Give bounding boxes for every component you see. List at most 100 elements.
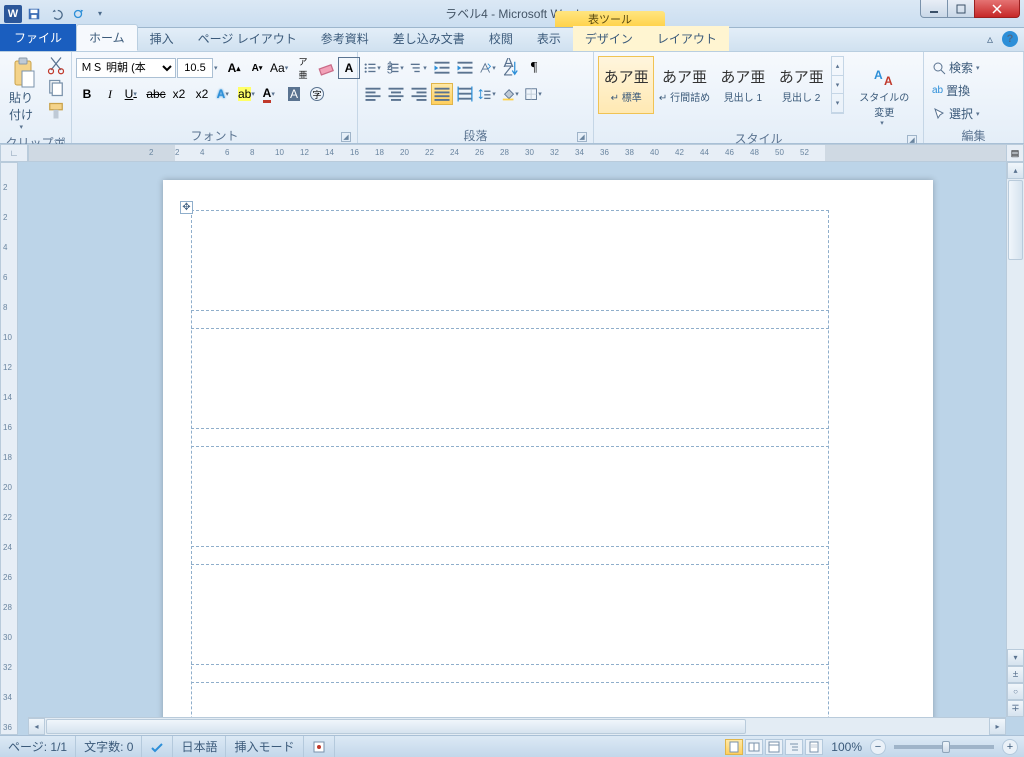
qat-customize-icon[interactable]: ▾	[90, 4, 110, 24]
distributed-button[interactable]	[454, 83, 476, 105]
tab-review[interactable]: 校閲	[477, 26, 525, 51]
tab-table-design[interactable]: デザイン	[573, 26, 645, 51]
align-center-button[interactable]	[385, 83, 407, 105]
style-heading1[interactable]: あア亜見出し 1	[715, 56, 771, 114]
document-area[interactable]: ✥	[28, 162, 1024, 735]
style-heading2[interactable]: あア亜見出し 2	[773, 56, 829, 114]
tab-table-layout[interactable]: レイアウト	[645, 26, 729, 51]
scroll-up-icon[interactable]: ▴	[1007, 162, 1024, 179]
clear-formatting-button[interactable]	[315, 57, 337, 79]
status-macro[interactable]	[304, 736, 335, 757]
change-styles-button[interactable]: AA スタイルの変更 ▾	[850, 56, 919, 130]
redo-icon[interactable]	[68, 4, 88, 24]
borders-button[interactable]: ▾	[523, 83, 545, 105]
change-case-button[interactable]: Aa▾	[269, 57, 291, 79]
highlight-button[interactable]: ab▾	[237, 83, 259, 105]
character-shading-button[interactable]: A	[283, 83, 305, 105]
scroll-left-icon[interactable]: ◂	[28, 718, 45, 735]
close-button[interactable]	[974, 0, 1020, 18]
replace-button[interactable]: ab置換	[928, 80, 974, 101]
save-icon[interactable]	[24, 4, 44, 24]
status-language[interactable]: 日本語	[173, 736, 226, 757]
cut-button[interactable]	[45, 54, 67, 76]
label-table[interactable]: ✥	[191, 210, 829, 735]
character-border-button[interactable]: A	[338, 57, 360, 79]
paragraph-launcher-icon[interactable]: ◢	[577, 132, 587, 142]
scroll-thumb[interactable]	[1008, 180, 1023, 260]
table-move-handle-icon[interactable]: ✥	[180, 201, 193, 214]
zoom-slider-thumb[interactable]	[942, 741, 950, 753]
line-spacing-button[interactable]: ▾	[477, 83, 499, 105]
style-gallery-more-icon[interactable]: ▾	[832, 94, 842, 113]
shrink-font-button[interactable]: A▾	[246, 57, 268, 79]
hscroll-thumb[interactable]	[46, 719, 746, 734]
browse-prev-icon[interactable]: ±	[1007, 666, 1024, 683]
phonetic-guide-button[interactable]: ア亜	[292, 57, 314, 79]
status-proofing[interactable]	[142, 736, 173, 757]
maximize-button[interactable]	[947, 0, 975, 18]
horizontal-scrollbar[interactable]: ◂ ▸	[28, 717, 1006, 735]
ruler-corner[interactable]: ∟	[0, 144, 28, 162]
help-icon[interactable]: ?	[1002, 31, 1018, 47]
align-right-button[interactable]	[408, 83, 430, 105]
view-web-layout-button[interactable]	[765, 739, 783, 755]
multilevel-list-button[interactable]: ▾	[408, 57, 430, 79]
decrease-indent-button[interactable]	[431, 57, 453, 79]
strikethrough-button[interactable]: abc	[145, 83, 167, 105]
font-launcher-icon[interactable]: ◢	[341, 132, 351, 142]
numbering-button[interactable]: 123▾	[385, 57, 407, 79]
shading-button[interactable]: ▾	[500, 83, 522, 105]
tab-home[interactable]: ホーム	[76, 24, 138, 51]
tab-page-layout[interactable]: ページ レイアウト	[186, 26, 309, 51]
grow-font-button[interactable]: A▴	[223, 57, 245, 79]
sort-button[interactable]: AZ	[500, 57, 522, 79]
browse-next-icon[interactable]: ∓	[1007, 700, 1024, 717]
scroll-right-icon[interactable]: ▸	[989, 718, 1006, 735]
enclose-characters-button[interactable]: 字	[306, 83, 328, 105]
font-color-button[interactable]: A▾	[260, 83, 282, 105]
minimize-button[interactable]	[920, 0, 948, 18]
show-marks-button[interactable]: ¶	[523, 57, 545, 79]
font-size-dd-icon[interactable]: ▾	[214, 64, 222, 72]
format-painter-button[interactable]	[45, 100, 67, 122]
status-insert-mode[interactable]: 挿入モード	[226, 736, 303, 757]
browse-object-icon[interactable]: ○	[1007, 683, 1024, 700]
status-page[interactable]: ページ: 1/1	[0, 736, 76, 757]
undo-icon[interactable]	[46, 4, 66, 24]
style-no-spacing[interactable]: あア亜↵ 行間詰め	[656, 56, 712, 114]
word-app-icon[interactable]: W	[4, 5, 22, 23]
ruler-toggle-icon[interactable]: ▤	[1006, 144, 1024, 162]
tab-view[interactable]: 表示	[525, 26, 573, 51]
tab-file[interactable]: ファイル	[0, 24, 76, 51]
minimize-ribbon-icon[interactable]: ▵	[982, 31, 998, 47]
zoom-level[interactable]: 100%	[831, 740, 862, 754]
horizontal-ruler[interactable]: 2246810121416182022242628303234363840424…	[28, 144, 1024, 162]
tab-mailings[interactable]: 差し込み文書	[381, 26, 477, 51]
tab-insert[interactable]: 挿入	[138, 26, 186, 51]
zoom-slider[interactable]	[894, 745, 994, 749]
view-draft-button[interactable]	[805, 739, 823, 755]
zoom-in-button[interactable]: +	[1002, 739, 1018, 755]
asian-layout-button[interactable]: ▾	[477, 57, 499, 79]
status-word-count[interactable]: 文字数: 0	[76, 736, 142, 757]
font-name-select[interactable]: ＭＳ 明朝 (本	[76, 58, 176, 78]
font-size-input[interactable]	[177, 58, 213, 78]
view-print-layout-button[interactable]	[725, 739, 743, 755]
superscript-button[interactable]: x2	[191, 83, 213, 105]
text-effects-button[interactable]: A▾	[214, 83, 236, 105]
subscript-button[interactable]: x2	[168, 83, 190, 105]
scroll-down-icon[interactable]: ▾	[1007, 649, 1024, 666]
style-scroll-up-icon[interactable]: ▴	[832, 57, 842, 76]
align-left-button[interactable]	[362, 83, 384, 105]
tab-references[interactable]: 参考資料	[309, 26, 381, 51]
select-button[interactable]: 選択▾	[928, 103, 988, 124]
justify-button[interactable]	[431, 83, 453, 105]
vertical-scrollbar[interactable]: ▴ ▾ ± ○ ∓	[1006, 162, 1024, 717]
paste-button[interactable]: 貼り付け ▾	[4, 54, 43, 134]
style-normal[interactable]: あア亜↵ 標準	[598, 56, 654, 114]
find-button[interactable]: 検索▾	[928, 57, 988, 78]
view-full-screen-button[interactable]	[745, 739, 763, 755]
underline-button[interactable]: U▾	[122, 83, 144, 105]
bullets-button[interactable]: ▾	[362, 57, 384, 79]
vertical-ruler[interactable]: 224681012141618202224262830323436	[0, 162, 18, 735]
